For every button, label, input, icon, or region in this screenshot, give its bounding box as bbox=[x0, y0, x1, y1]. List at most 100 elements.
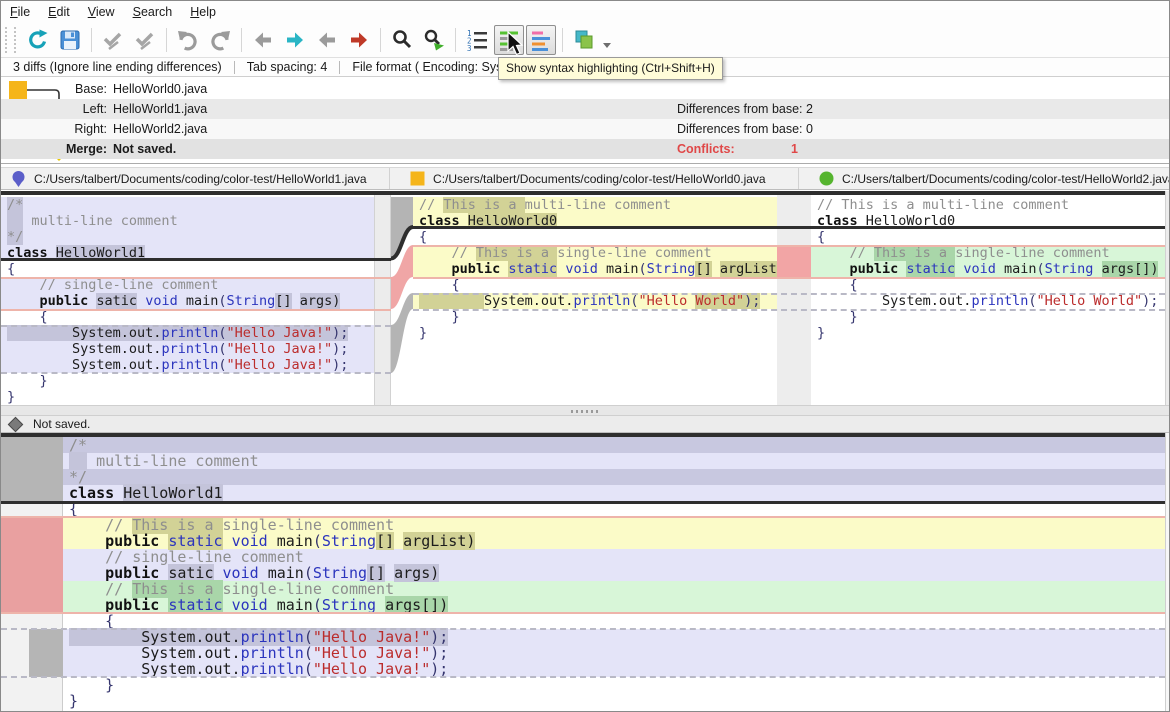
apply-left-button[interactable] bbox=[98, 25, 128, 55]
file-header-row: C:/Users/talbert/Documents/coding/color-… bbox=[1, 167, 1169, 190]
prev-conflict-button[interactable] bbox=[312, 25, 342, 55]
left-diff-count: Differences from base: 2 bbox=[677, 99, 813, 119]
menu-help[interactable]: Help bbox=[181, 3, 225, 21]
status-tab-spacing: Tab spacing: 4 bbox=[235, 60, 340, 74]
menu-search[interactable]: Search bbox=[124, 3, 182, 21]
code-line[interactable]: System.out.println("Hello World"); bbox=[811, 293, 1165, 309]
code-line[interactable]: } bbox=[63, 693, 1165, 709]
app-window: File Edit View Search Help bbox=[0, 0, 1170, 712]
code-line[interactable]: /* bbox=[1, 197, 374, 213]
apply-right-button[interactable] bbox=[130, 25, 160, 55]
prev-diff-button[interactable] bbox=[248, 25, 278, 55]
code-line[interactable]: { bbox=[413, 277, 777, 293]
code-line[interactable]: { bbox=[811, 277, 1165, 293]
code-line[interactable]: multi-line comment bbox=[1, 213, 374, 229]
find-button[interactable] bbox=[387, 25, 417, 55]
right-diff-gutter bbox=[777, 191, 811, 405]
toolbar-separator bbox=[562, 28, 563, 52]
code-line[interactable]: } bbox=[811, 325, 1165, 341]
code-line[interactable]: } bbox=[413, 309, 777, 325]
dropdown-caret-icon[interactable] bbox=[603, 43, 611, 48]
merge-label: Merge: bbox=[1, 139, 107, 159]
code-line[interactable]: public satic void main(String[] args) bbox=[63, 565, 1165, 581]
code-line[interactable]: } bbox=[811, 309, 1165, 325]
code-line[interactable]: System.out.println("Hello Java!"); bbox=[63, 645, 1165, 661]
code-line[interactable]: class HelloWorld0 bbox=[413, 213, 777, 229]
code-line[interactable]: System.out.println("Hello Java!"); bbox=[63, 629, 1165, 645]
file-header-right: C:/Users/talbert/Documents/coding/color-… bbox=[799, 168, 1169, 189]
code-line[interactable]: } bbox=[63, 677, 1165, 693]
right-code-pane[interactable]: // This is a multi-line commentclass Hel… bbox=[811, 191, 1165, 405]
code-line[interactable]: public static void main(String[] argList… bbox=[63, 533, 1165, 549]
right-diff-count: Differences from base: 0 bbox=[677, 119, 813, 139]
redo-button[interactable] bbox=[205, 25, 235, 55]
merge-diamond-icon bbox=[8, 416, 24, 432]
code-line[interactable]: { bbox=[811, 229, 1165, 245]
toolbar-separator bbox=[455, 28, 456, 52]
code-line[interactable]: /* bbox=[63, 437, 1165, 453]
refresh-button[interactable] bbox=[23, 25, 53, 55]
right-scroll-strip[interactable] bbox=[1165, 191, 1170, 405]
code-line[interactable]: { bbox=[63, 613, 1165, 629]
file-header-base: C:/Users/talbert/Documents/coding/color-… bbox=[390, 168, 799, 189]
next-conflict-button[interactable] bbox=[344, 25, 374, 55]
menu-view[interactable]: View bbox=[79, 3, 124, 21]
compare-mode-button[interactable] bbox=[569, 25, 599, 55]
merge-conflict-marker bbox=[1, 517, 63, 613]
syntax-highlight-icon bbox=[529, 28, 553, 52]
line-numbers-button[interactable]: 1 2 3 bbox=[462, 25, 492, 55]
code-line[interactable]: public satic void main(String[] args) bbox=[1, 293, 374, 309]
code-line[interactable]: // This is a multi-line comment bbox=[811, 197, 1165, 213]
code-line[interactable]: System.out.println("Hello World"); bbox=[413, 293, 777, 309]
left-scroll-strip[interactable] bbox=[374, 191, 391, 405]
code-line[interactable]: { bbox=[1, 261, 374, 277]
menu-edit[interactable]: Edit bbox=[39, 3, 79, 21]
code-line[interactable]: class HelloWorld0 bbox=[811, 213, 1165, 229]
left-code-pane[interactable]: /* multi-line comment*/class HelloWorld1… bbox=[1, 191, 374, 405]
code-line[interactable]: class HelloWorld1 bbox=[1, 245, 374, 261]
code-line[interactable]: { bbox=[1, 309, 374, 325]
save-button[interactable] bbox=[55, 25, 85, 55]
find-icon bbox=[390, 28, 414, 52]
base-code-pane[interactable]: // This is a multi-line commentclass Hel… bbox=[413, 191, 777, 405]
code-line[interactable]: System.out.println("Hello Java!"); bbox=[1, 357, 374, 373]
pane-splitter[interactable] bbox=[1, 405, 1169, 416]
merge-scroll-strip[interactable] bbox=[1165, 433, 1170, 712]
code-line[interactable]: System.out.println("Hello Java!"); bbox=[1, 325, 374, 341]
code-line[interactable]: */ bbox=[1, 229, 374, 245]
code-line[interactable]: } bbox=[1, 389, 374, 405]
undo-button[interactable] bbox=[173, 25, 203, 55]
code-line[interactable]: } bbox=[1, 373, 374, 389]
code-line[interactable]: // single-line comment bbox=[1, 277, 374, 293]
code-line[interactable]: // This is a single-line comment bbox=[63, 517, 1165, 533]
merge-block-marker bbox=[1, 437, 63, 501]
code-line[interactable]: public static void main(String args[]) bbox=[63, 597, 1165, 613]
next-diff-button[interactable] bbox=[280, 25, 310, 55]
right-filename: HelloWorld2.java bbox=[113, 119, 207, 139]
code-line[interactable]: System.out.println("Hello Java!"); bbox=[1, 341, 374, 357]
menu-file[interactable]: File bbox=[1, 3, 39, 21]
code-line[interactable]: // This is a single-line comment bbox=[63, 581, 1165, 597]
code-line[interactable]: // This is a single-line comment bbox=[811, 245, 1165, 261]
code-line[interactable]: System.out.println("Hello Java!"); bbox=[63, 661, 1165, 677]
code-line[interactable]: // This is a multi-line comment bbox=[413, 197, 777, 213]
code-line[interactable]: { bbox=[63, 501, 1165, 517]
code-line[interactable]: */ bbox=[63, 469, 1165, 485]
code-line[interactable]: multi-line comment bbox=[63, 453, 1165, 469]
diff-panes: /* multi-line comment*/class HelloWorld1… bbox=[1, 191, 1169, 405]
save-icon bbox=[58, 28, 82, 52]
code-line[interactable]: // This is a single-line comment bbox=[413, 245, 777, 261]
toolbar-grip[interactable] bbox=[5, 27, 16, 53]
code-line[interactable]: // single-line comment bbox=[63, 549, 1165, 565]
code-line[interactable]: class HelloWorld1 bbox=[63, 485, 1165, 501]
code-line[interactable]: public static void main(String args[]) bbox=[811, 261, 1165, 277]
splitter-grip-icon bbox=[571, 410, 601, 413]
line-numbers-icon: 1 2 3 bbox=[465, 28, 489, 52]
find-next-button[interactable] bbox=[419, 25, 449, 55]
file-path-left: C:/Users/talbert/Documents/coding/color-… bbox=[34, 172, 367, 186]
code-line[interactable]: { bbox=[413, 229, 777, 245]
code-line[interactable]: } bbox=[413, 325, 777, 341]
syntax-highlight-button[interactable] bbox=[526, 25, 556, 55]
merge-code-editor[interactable]: /* multi-line comment*/class HelloWorld1… bbox=[63, 437, 1165, 709]
code-line[interactable]: public static void main(String[] argList… bbox=[413, 261, 777, 277]
